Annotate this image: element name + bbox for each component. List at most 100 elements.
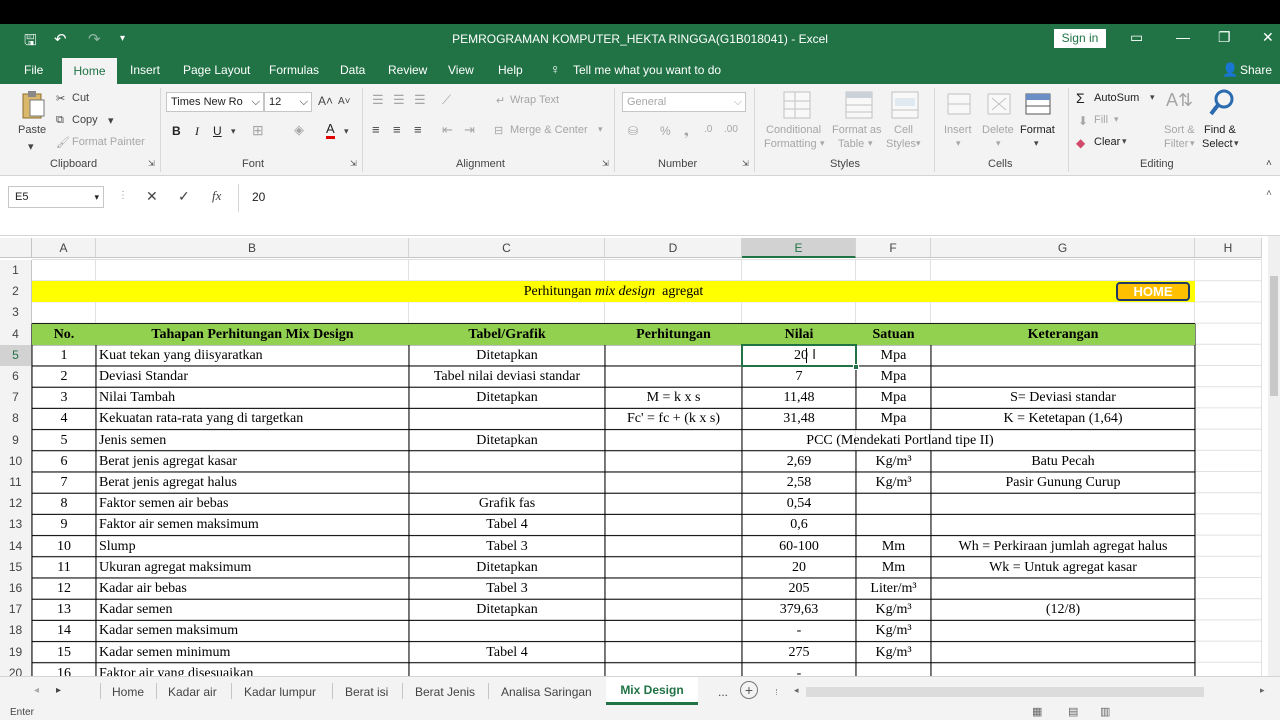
decrease-decimal-icon[interactable]: .00 — [724, 124, 738, 135]
conditional-formatting-label[interactable]: Conditional — [766, 124, 821, 136]
underline-icon[interactable]: U — [213, 124, 222, 138]
cancel-entry-icon[interactable]: ✕ — [146, 188, 158, 205]
cell-tabel[interactable]: Ditetapkan — [409, 430, 605, 451]
cell-satuan[interactable]: Kg/m³ — [856, 599, 931, 620]
cell-satuan[interactable]: Mm — [856, 536, 931, 557]
sort-label[interactable]: Sort & — [1164, 124, 1195, 136]
delete-cells-icon[interactable] — [986, 90, 1012, 118]
cell-no[interactable]: 5 — [32, 430, 96, 451]
format-cells-label[interactable]: Format — [1020, 124, 1055, 136]
number-format-combo[interactable]: General ⌵ — [622, 92, 746, 112]
home-button[interactable]: HOME — [1116, 282, 1190, 302]
font-size-combo[interactable]: 12 ⌵ — [264, 92, 312, 112]
cell-no[interactable]: 15 — [32, 642, 96, 663]
cell-nilai[interactable]: 275 — [742, 642, 856, 663]
confirm-entry-icon[interactable]: ✓ — [178, 188, 190, 205]
format-as-table-icon[interactable] — [844, 90, 874, 120]
wrap-text-button[interactable]: Wrap Text — [510, 94, 559, 106]
cell-no[interactable]: 3 — [32, 387, 96, 408]
select-label[interactable]: Select — [1202, 138, 1233, 150]
fill-button[interactable]: Fill — [1094, 114, 1108, 126]
wrap-text-icon[interactable]: ↵ — [496, 94, 505, 107]
fill-dropdown-icon[interactable]: ▾ — [1114, 114, 1119, 125]
tab-view[interactable]: View — [448, 63, 474, 77]
cell-tabel[interactable]: Ditetapkan — [409, 599, 605, 620]
cell-nilai[interactable]: 379,63 — [742, 599, 856, 620]
cell-no[interactable]: 11 — [32, 557, 96, 578]
format-cells-icon[interactable] — [1024, 90, 1052, 118]
copy-icon[interactable]: ⧉ — [56, 114, 64, 127]
cell-nilai[interactable]: 2,58 — [742, 472, 856, 493]
comma-style-icon[interactable]: ❟ — [684, 124, 689, 139]
cell-tahapan[interactable]: Faktor air semen maksimum — [96, 514, 409, 535]
cell-styles-icon[interactable] — [890, 90, 920, 120]
cell-keterangan[interactable]: S= Deviasi standar — [931, 387, 1195, 408]
cell-keterangan[interactable]: (12/8) — [931, 599, 1195, 620]
cell-tahapan[interactable]: Jenis semen — [96, 430, 409, 451]
underline-dropdown-icon[interactable]: ▾ — [231, 126, 236, 137]
cell-keterangan[interactable]: Wk = Untuk agregat kasar — [931, 557, 1195, 578]
align-middle-icon[interactable]: ☰ — [393, 92, 405, 108]
add-sheet-icon[interactable]: + — [740, 681, 758, 699]
decrease-indent-icon[interactable]: ⇤ — [442, 122, 453, 138]
paste-icon[interactable] — [20, 90, 46, 120]
horizontal-scroll-thumb[interactable] — [806, 687, 1204, 697]
cell-tabel[interactable]: Grafik fas — [409, 493, 605, 514]
increase-indent-icon[interactable]: ⇥ — [464, 122, 475, 138]
align-center-icon[interactable]: ≡ — [393, 122, 401, 137]
cell-tabel[interactable]: Tabel nilai deviasi standar — [409, 366, 605, 387]
vertical-scroll-thumb[interactable] — [1270, 276, 1278, 396]
tab-splitter[interactable] — [776, 689, 778, 695]
cell-nilai[interactable]: 0,54 — [742, 493, 856, 514]
cell-keterangan[interactable]: Pasir Gunung Curup — [931, 472, 1195, 493]
cell-satuan[interactable]: Kg/m³ — [856, 451, 931, 472]
cell-nilai[interactable]: 11,48 — [742, 387, 856, 408]
cell-tahapan[interactable]: Kadar semen — [96, 599, 409, 620]
decrease-font-icon[interactable]: A˅ — [338, 96, 351, 107]
cell-no[interactable]: 9 — [32, 514, 96, 535]
styles-label[interactable]: Styles — [886, 138, 916, 150]
worksheet-grid[interactable]: ABCDEFGH 1 2 3 4 5 6 7 8 9 10 11 12 13 14 15 16 17 18 19 20… — [0, 236, 1280, 676]
format-painter-icon[interactable]: 🖌 — [56, 136, 70, 149]
cell-tahapan[interactable]: Kadar semen maksimum — [96, 620, 409, 641]
sheet-tab-mix-design[interactable]: Mix Design — [606, 677, 698, 705]
cell-tahapan[interactable]: Slump — [96, 536, 409, 557]
more-sheets-icon[interactable]: ... — [718, 685, 728, 699]
autosum-icon[interactable]: Σ — [1076, 90, 1085, 106]
align-right-icon[interactable]: ≡ — [414, 122, 422, 137]
cell-tahapan[interactable]: Deviasi Standar — [96, 366, 409, 387]
autosum-button[interactable]: AutoSum — [1094, 92, 1139, 104]
tab-help[interactable]: Help — [498, 63, 523, 77]
cell-no[interactable]: 7 — [32, 472, 96, 493]
cell-nilai[interactable]: 31,48 — [742, 408, 856, 429]
conditional-formatting-icon[interactable] — [782, 90, 812, 120]
restore-icon[interactable]: ❐ — [1218, 29, 1231, 46]
cell-nilai[interactable]: - — [742, 620, 856, 641]
filter-label[interactable]: Filter — [1164, 138, 1188, 150]
insert-cells-label[interactable]: Insert — [944, 124, 972, 136]
fill-icon[interactable]: ⬇ — [1078, 114, 1088, 128]
format-as-label[interactable]: Format as — [832, 124, 882, 136]
cell-no[interactable]: 16 — [32, 663, 96, 676]
percent-icon[interactable]: % — [660, 124, 671, 138]
paste-dropdown-icon[interactable]: ▾ — [28, 140, 34, 153]
active-cell-e5[interactable] — [741, 343, 857, 367]
cell-satuan[interactable]: Mpa — [856, 366, 931, 387]
cell-perhitungan[interactable]: Fc' = fc + (k x s) — [605, 408, 742, 429]
cell-nilai[interactable]: 7 — [742, 366, 856, 387]
cell-nilai[interactable]: 0,6 — [742, 514, 856, 535]
cell-merged-jenis-semen[interactable]: PCC (Mendekati Portland tipe II) — [605, 430, 1195, 451]
sheet-tab-analisa-saringan[interactable]: Analisa Saringan — [501, 685, 592, 699]
cell-tabel[interactable]: Tabel 4 — [409, 514, 605, 535]
copy-button[interactable]: Copy — [72, 114, 98, 126]
sheet-tab-berat-isi[interactable]: Berat isi — [345, 685, 388, 699]
sort-filter-icon[interactable]: A⇅ — [1166, 90, 1193, 111]
collapse-ribbon-icon[interactable]: ˄ — [1266, 158, 1272, 169]
clipboard-launcher-icon[interactable]: ⇲ — [148, 159, 155, 168]
tab-page-layout[interactable]: Page Layout — [183, 63, 250, 77]
font-name-combo[interactable]: Times New Ro ⌵ — [166, 92, 264, 112]
eraser-icon[interactable]: ◆ — [1076, 136, 1085, 150]
cell-nilai[interactable]: 60-100 — [742, 536, 856, 557]
cell-satuan[interactable]: Kg/m³ — [856, 642, 931, 663]
clear-dropdown-icon[interactable]: ▾ — [1122, 136, 1127, 147]
